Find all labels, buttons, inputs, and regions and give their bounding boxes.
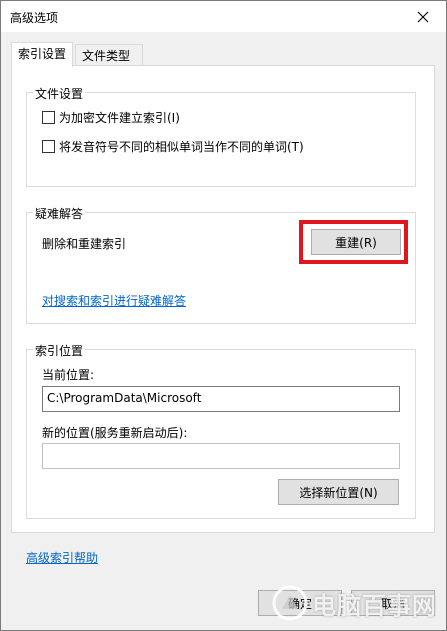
watermark-text: 电脑百事网 — [312, 591, 437, 620]
encrypted-files-checkbox[interactable] — [42, 111, 55, 124]
select-new-location-button[interactable]: 选择新位置(N) — [278, 479, 399, 505]
option-label: 为加密文件建立索引(I) — [59, 111, 180, 125]
tab-file-types[interactable]: 文件类型 — [75, 44, 143, 66]
file-settings-group: 文件设置 为加密文件建立索引(I) 将发音符号不同的相似单词当作不同的单词(T) — [26, 85, 416, 187]
group-title: 索引位置 — [33, 342, 86, 359]
group-title: 疑难解答 — [33, 205, 86, 222]
group-title: 文件设置 — [33, 85, 86, 102]
window-title: 高级选项 — [10, 11, 59, 25]
diacritics-checkbox[interactable] — [42, 140, 55, 153]
new-location-label: 新的位置(服务重新启动后): — [42, 426, 188, 440]
current-location-field[interactable]: C:\ProgramData\Microsoft — [42, 386, 400, 412]
button-label: 选择新位置(N) — [299, 485, 378, 500]
advanced-indexing-help-link[interactable]: 高级索引帮助 — [26, 549, 98, 566]
close-button[interactable] — [400, 1, 446, 32]
close-icon — [417, 11, 429, 22]
index-location-group: 索引位置 当前位置: C:\ProgramData\Microsoft 新的位置… — [26, 342, 416, 519]
tab-index-settings[interactable]: 索引设置 — [11, 42, 73, 67]
rebuild-description: 删除和重建索引 — [42, 237, 127, 251]
troubleshoot-link[interactable]: 对搜索和索引进行疑难解答 — [42, 292, 186, 309]
encrypted-files-option[interactable]: 为加密文件建立索引(I) — [42, 109, 180, 126]
diacritics-option[interactable]: 将发音符号不同的相似单词当作不同的单词(T) — [42, 138, 304, 155]
tab-label: 文件类型 — [82, 49, 131, 63]
highlight-box — [299, 220, 408, 264]
current-location-label: 当前位置: — [42, 368, 95, 382]
tab-panel: 文件设置 为加密文件建立索引(I) 将发音符号不同的相似单词当作不同的单词(T)… — [11, 65, 435, 533]
option-label: 将发音符号不同的相似单词当作不同的单词(T) — [59, 140, 304, 154]
tab-label: 索引设置 — [18, 47, 67, 61]
watermark-logo-icon — [272, 585, 308, 621]
new-location-field[interactable] — [42, 443, 400, 469]
title-bar[interactable]: 高级选项 — [1, 1, 446, 32]
advanced-options-dialog: 高级选项 索引设置 文件类型 文件设置 为加密文件建立索引(I) 将发音符号不同… — [0, 0, 447, 631]
watermark: 电脑百事网 — [270, 576, 445, 630]
